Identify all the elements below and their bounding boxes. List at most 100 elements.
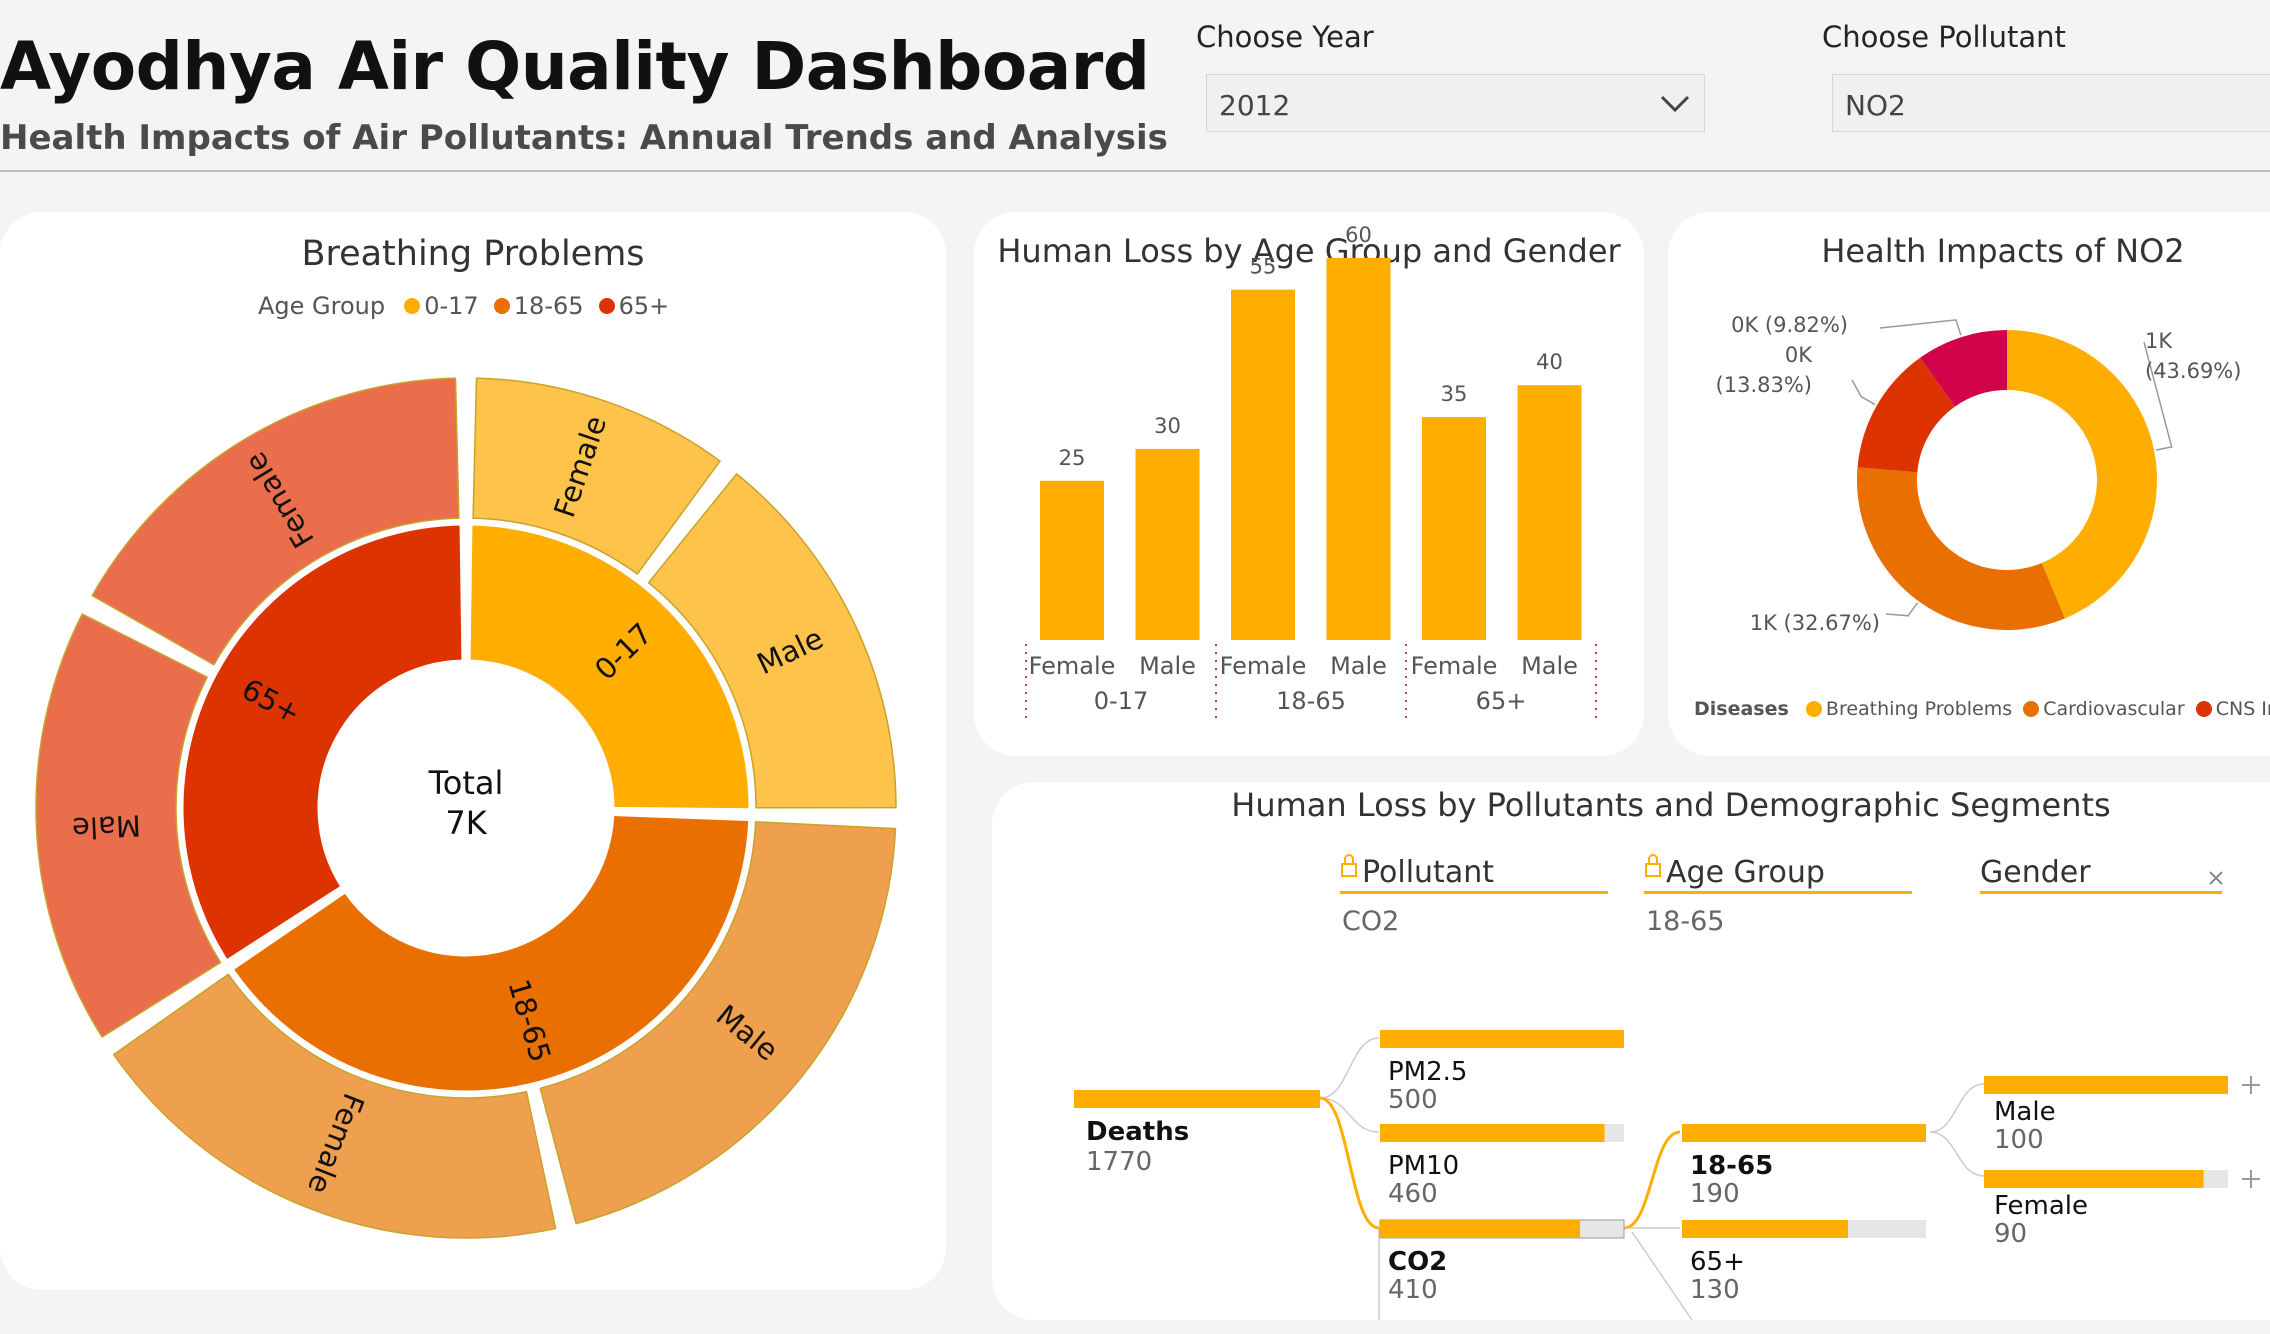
age-gender-bar-chart[interactable]: 25 Female 30 Male 55 Female 60 Male 35 Female 40 Ma… bbox=[974, 212, 1644, 756]
tree-connector bbox=[1631, 1231, 1693, 1320]
gender-label: Female bbox=[1994, 1191, 2088, 1221]
tree-connector bbox=[1319, 1096, 1380, 1230]
tree-connector bbox=[1929, 1083, 1985, 1133]
age-label: 65+ bbox=[1690, 1247, 1745, 1277]
bar-data-label: 40 bbox=[1536, 350, 1563, 374]
root-bar[interactable] bbox=[1074, 1090, 1320, 1108]
age-value: 130 bbox=[1690, 1275, 1740, 1305]
age-value: 190 bbox=[1690, 1179, 1740, 1209]
x-tick-label: Male bbox=[1330, 652, 1387, 680]
no2-slice-cardiovascular[interactable] bbox=[1857, 467, 2065, 630]
leader-line bbox=[1885, 602, 1919, 617]
level-header-underline bbox=[1980, 891, 2222, 894]
gender-value: 90 bbox=[1994, 1219, 2027, 1249]
bar-65+-female[interactable] bbox=[1422, 417, 1486, 640]
pollutant-label: CO2 bbox=[1388, 1247, 1447, 1277]
bar-data-label: 55 bbox=[1250, 255, 1277, 279]
bar-65+-male[interactable] bbox=[1517, 385, 1582, 640]
pollutant-bar-pm25[interactable] bbox=[1380, 1030, 1624, 1048]
x-tick-label: Female bbox=[1220, 652, 1307, 680]
bar-data-label: 30 bbox=[1154, 414, 1181, 438]
x-tick-label: Male bbox=[1521, 652, 1578, 680]
age-gender-bar-card: Human Loss by Age Group and Gender 25 Fem… bbox=[974, 212, 1644, 756]
dashboard-subtitle: Health Impacts of Air Pollutants: Annual… bbox=[0, 118, 1168, 158]
pollutant-value: 410 bbox=[1388, 1275, 1438, 1305]
year-dropdown-value: 2012 bbox=[1219, 89, 1291, 122]
bar-0-17-female[interactable] bbox=[1040, 480, 1104, 640]
no2-data-label: 0K bbox=[1785, 343, 1813, 367]
gender-bar-female[interactable] bbox=[1984, 1170, 2204, 1188]
lock-icon-shackle bbox=[1344, 854, 1354, 864]
tree-connector bbox=[1319, 1037, 1380, 1099]
level-selected-value: CO2 bbox=[1342, 906, 1399, 937]
year-dropdown[interactable]: 2012 bbox=[1206, 74, 1705, 132]
x-tick-label: Female bbox=[1029, 652, 1116, 680]
legend-dot-cns bbox=[2195, 701, 2212, 717]
x-group-label: 0-17 bbox=[1094, 687, 1148, 715]
leader-line bbox=[1851, 379, 1876, 406]
pollutant-label: PM10 bbox=[1388, 1151, 1459, 1181]
decomposition-tree-chart[interactable]: Pollutant CO2 Age Group 18-65 Gender Deaths17… bbox=[992, 782, 2270, 1320]
age-label: 18-65 bbox=[1690, 1151, 1773, 1181]
level-header-pollutant: Pollutant bbox=[1362, 855, 1494, 890]
lock-icon bbox=[1645, 863, 1661, 877]
disease-legend-title: Diseases bbox=[1694, 698, 1789, 720]
pollutant-dropdown-value: NO2 bbox=[1845, 89, 1906, 122]
legend-item-breathing[interactable]: Breathing Problems bbox=[1826, 698, 2012, 720]
root-label: Deaths bbox=[1086, 1117, 1189, 1147]
pollutant-bar-pm10[interactable] bbox=[1380, 1124, 1605, 1142]
x-group-label: 65+ bbox=[1476, 687, 1527, 715]
level-header-gender: Gender bbox=[1980, 855, 2091, 890]
sunburst-outer-label: Male bbox=[71, 808, 141, 845]
no2-data-label: 0K (9.82%) bbox=[1731, 313, 1848, 337]
pollutant-value: 460 bbox=[1388, 1179, 1438, 1209]
legend-item-cardiovascular[interactable]: Cardiovascular bbox=[2043, 698, 2184, 720]
bar-data-label: 35 bbox=[1441, 382, 1468, 406]
bar-18-65-male[interactable] bbox=[1326, 257, 1391, 640]
disease-legend: Diseases Breathing Problems Cardiovascul… bbox=[1694, 698, 2270, 720]
lock-icon bbox=[1341, 863, 1357, 877]
year-filter-label: Choose Year bbox=[1196, 20, 1374, 54]
pollutant-value: 500 bbox=[1388, 1085, 1438, 1115]
age-bar-65-plus[interactable] bbox=[1682, 1220, 1848, 1238]
x-tick-label: Male bbox=[1139, 652, 1196, 680]
header-divider bbox=[0, 170, 2270, 172]
level-header-underline bbox=[1644, 891, 1912, 894]
level-header-underline bbox=[1340, 891, 1608, 894]
pollutant-filter-label: Choose Pollutant bbox=[1822, 20, 2066, 54]
x-tick-label: Female bbox=[1411, 652, 1498, 680]
breathing-sunburst-chart[interactable]: 0-1718-6565+FemaleMaleMaleFemaleMaleFema… bbox=[0, 212, 946, 1290]
level-selected-value: 18-65 bbox=[1646, 906, 1724, 937]
dashboard-title: Ayodhya Air Quality Dashboard bbox=[0, 28, 1150, 105]
no2-donut-chart[interactable]: 1K (43.69%) 1K (32.67%) 0K (13.83%) 0K (9.82%… bbox=[1668, 212, 2270, 756]
expand-plus-icon[interactable] bbox=[2242, 1170, 2260, 1188]
gender-bar-male[interactable] bbox=[1984, 1076, 2228, 1094]
lock-icon-shackle bbox=[1648, 854, 1658, 864]
gender-value: 100 bbox=[1994, 1125, 2044, 1155]
x-group-label: 18-65 bbox=[1276, 687, 1346, 715]
pollutant-dropdown[interactable]: NO2 bbox=[1832, 74, 2270, 132]
bar-18-65-female[interactable] bbox=[1231, 289, 1295, 640]
no2-data-label: (13.83%) bbox=[1716, 373, 1812, 397]
pollutant-label: PM2.5 bbox=[1388, 1057, 1467, 1087]
bar-0-17-male[interactable] bbox=[1135, 448, 1200, 640]
level-header-age-group: Age Group bbox=[1666, 855, 1825, 890]
no2-data-label: 1K bbox=[2145, 329, 2173, 353]
bar-data-label: 60 bbox=[1345, 223, 1372, 247]
age-bar-18-65[interactable] bbox=[1682, 1124, 1926, 1142]
sunburst-center-value: 7K bbox=[445, 804, 487, 842]
gender-label: Male bbox=[1994, 1097, 2056, 1127]
legend-dot-cardiovascular bbox=[2023, 701, 2040, 717]
pollutant-bar-co2[interactable] bbox=[1380, 1220, 1581, 1238]
no2-data-label: 1K (32.67%) bbox=[1750, 611, 1880, 635]
tree-connector bbox=[1929, 1131, 1985, 1177]
sunburst-center-label: Total bbox=[428, 764, 504, 802]
close-icon[interactable] bbox=[2209, 871, 2223, 885]
chevron-down-icon bbox=[1660, 95, 1690, 113]
expand-plus-icon[interactable] bbox=[2242, 1076, 2260, 1094]
leader-line bbox=[1879, 319, 1962, 336]
bar-data-label: 25 bbox=[1059, 446, 1086, 470]
legend-item-cns[interactable]: CNS Impac bbox=[2216, 698, 2270, 720]
no2-data-label: (43.69%) bbox=[2145, 359, 2241, 383]
root-value: 1770 bbox=[1086, 1147, 1152, 1177]
